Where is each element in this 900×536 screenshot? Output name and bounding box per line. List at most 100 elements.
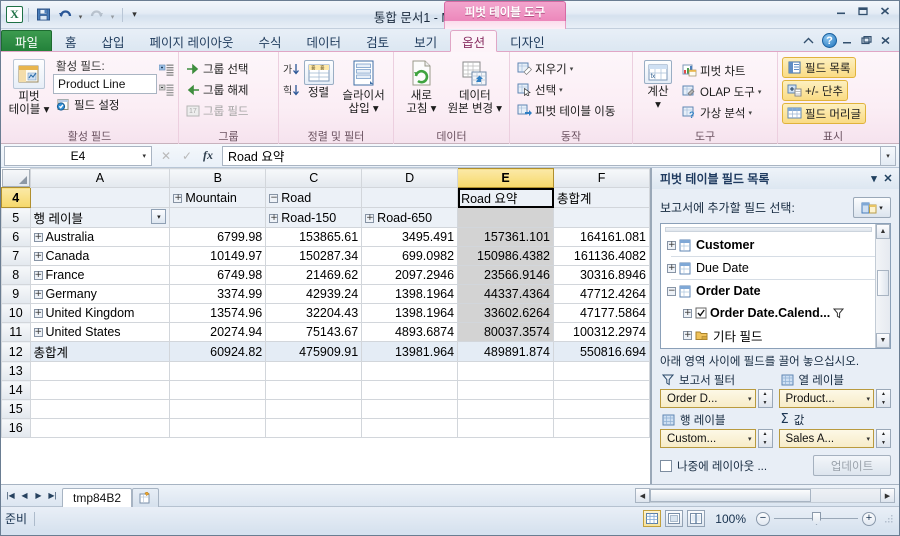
- cell-e12[interactable]: 489891.874: [457, 341, 555, 362]
- chevron-down-icon[interactable]: ▾: [749, 109, 753, 117]
- cell-b14[interactable]: [169, 380, 267, 400]
- cell-d11[interactable]: 4893.6874: [361, 322, 459, 342]
- cell-b4[interactable]: + Mountain: [169, 187, 267, 208]
- name-box[interactable]: E4 ▾: [4, 145, 152, 166]
- cell-d9[interactable]: 1398.1964: [361, 284, 459, 304]
- chevron-down-icon[interactable]: ▾: [142, 152, 146, 160]
- zone-spinner[interactable]: ▲ ▼: [876, 389, 891, 408]
- zoom-in-button[interactable]: +: [862, 511, 876, 526]
- cell-f9[interactable]: 47712.4264: [553, 284, 650, 304]
- expand-row-icon[interactable]: +: [33, 290, 43, 300]
- clear-button[interactable]: 지우기 ▾: [514, 58, 576, 79]
- cell-e4[interactable]: Road 요약: [457, 187, 555, 208]
- zoom-thumb[interactable]: [812, 512, 821, 525]
- cell-f16[interactable]: [553, 418, 650, 438]
- zone-spinner[interactable]: ▲ ▼: [757, 429, 773, 448]
- select-all-corner[interactable]: [1, 168, 30, 187]
- move-pivottable-button[interactable]: 피벗 테이블 이동: [514, 100, 618, 121]
- sort-ascending-icon[interactable]: 가: [283, 62, 299, 77]
- row-header-9[interactable]: 9: [1, 284, 31, 304]
- row-label-filter-button[interactable]: ▾: [151, 209, 167, 224]
- expand-row-icon[interactable]: +: [33, 233, 43, 243]
- row-header-8[interactable]: 8: [1, 265, 31, 285]
- ungroup-button[interactable]: 그룹 해제: [183, 79, 252, 100]
- cell-e8[interactable]: 23566.9146: [457, 265, 555, 285]
- row-header-12[interactable]: 12: [1, 341, 31, 362]
- chevron-down-icon[interactable]: ▾: [559, 86, 563, 94]
- insert-worksheet-icon[interactable]: [132, 487, 160, 507]
- expand-road650-icon[interactable]: +: [365, 213, 375, 223]
- cell-c16[interactable]: [265, 418, 363, 438]
- zoom-level[interactable]: 100%: [709, 512, 752, 526]
- cell-c14[interactable]: [265, 380, 363, 400]
- chevron-down-icon[interactable]: ▾: [748, 395, 752, 403]
- sheet-tab-tmp84b2[interactable]: tmp84B2: [62, 487, 133, 507]
- cell-b5[interactable]: [169, 207, 267, 228]
- hscroll-thumb[interactable]: [650, 489, 811, 502]
- tab-file[interactable]: 파일: [1, 30, 53, 51]
- next-sheet-icon[interactable]: ▶: [32, 491, 45, 500]
- tab-view[interactable]: 보기: [402, 30, 449, 51]
- undo-icon[interactable]: [55, 5, 74, 24]
- help-icon[interactable]: ?: [822, 33, 837, 48]
- enter-formula-icon[interactable]: ✓: [177, 147, 197, 165]
- field-item-order-date[interactable]: − Order Date: [661, 280, 890, 302]
- restore-icon[interactable]: [853, 4, 873, 18]
- collapse-icon[interactable]: −: [667, 286, 676, 296]
- cell-d10[interactable]: 1398.1964: [361, 303, 459, 323]
- cell-a12[interactable]: 총합계: [29, 341, 171, 362]
- chip-customer[interactable]: Custom... ▾: [660, 429, 756, 448]
- cell-e13[interactable]: [457, 361, 555, 381]
- cell-a8[interactable]: + France: [29, 265, 171, 285]
- cell-c8[interactable]: 21469.62: [265, 265, 363, 285]
- cell-e6[interactable]: 157361.101: [457, 227, 555, 247]
- close-icon[interactable]: [875, 4, 895, 18]
- minimize-icon[interactable]: [831, 4, 851, 18]
- insert-slicer-button[interactable]: 슬라이서 삽입 ▾: [338, 58, 389, 116]
- cell-a4[interactable]: [29, 187, 171, 208]
- expand-road150-icon[interactable]: +: [269, 213, 279, 223]
- row-header-7[interactable]: 7: [1, 246, 31, 266]
- plus-minus-buttons-toggle[interactable]: +/- 단추: [782, 80, 849, 101]
- field-item-due-date[interactable]: + Due Date: [661, 257, 890, 279]
- row-header-15[interactable]: 15: [1, 399, 31, 419]
- cell-e7[interactable]: 150986.4382: [457, 246, 555, 266]
- chip-order-date[interactable]: Order D... ▾: [660, 389, 756, 408]
- cell-a7[interactable]: + Canada: [29, 246, 171, 266]
- column-header-f[interactable]: F: [553, 168, 650, 188]
- chevron-down-icon[interactable]: ▾: [758, 88, 762, 96]
- customize-qat-icon[interactable]: ▾: [128, 9, 141, 20]
- chevron-down-icon[interactable]: ▾: [570, 65, 574, 73]
- refresh-button[interactable]: 새로 고침 ▾: [398, 58, 445, 116]
- expand-mountain-icon[interactable]: +: [173, 193, 183, 203]
- zone-spinner[interactable]: ▲ ▼: [876, 429, 891, 448]
- cell-e10[interactable]: 33602.6264: [457, 303, 555, 323]
- cell-d16[interactable]: [361, 418, 459, 438]
- chevron-down-icon[interactable]: ▾: [748, 435, 752, 443]
- tab-data[interactable]: 데이터: [295, 30, 354, 51]
- zone-box[interactable]: Order D... ▾ ▲ ▼: [660, 389, 773, 408]
- expand-row-icon[interactable]: +: [33, 309, 43, 319]
- hscroll-track[interactable]: [650, 488, 880, 503]
- row-header-14[interactable]: 14: [1, 380, 31, 400]
- olap-tools-button[interactable]: OLAP 도구 ▾: [679, 81, 764, 102]
- defer-layout-checkbox[interactable]: [660, 459, 672, 472]
- window-close-icon[interactable]: [880, 36, 894, 45]
- column-header-e[interactable]: E: [457, 168, 555, 188]
- what-if-analysis-button[interactable]: ? 가상 분석 ▾: [679, 102, 764, 123]
- cell-f15[interactable]: [553, 399, 650, 419]
- expand-row-icon[interactable]: +: [33, 271, 43, 281]
- cell-c6[interactable]: 153865.61: [265, 227, 363, 247]
- prev-sheet-icon[interactable]: ◀: [18, 491, 31, 500]
- cancel-formula-icon[interactable]: ✕: [156, 147, 176, 165]
- expand-row-icon[interactable]: +: [33, 252, 43, 262]
- cell-d6[interactable]: 3495.491: [361, 227, 459, 247]
- cell-e11[interactable]: 80037.3574: [457, 322, 555, 342]
- cell-b10[interactable]: 13574.96: [169, 303, 267, 323]
- cell-c13[interactable]: [265, 361, 363, 381]
- cell-f5[interactable]: [553, 207, 650, 228]
- cell-f6[interactable]: 164161.081: [553, 227, 650, 247]
- chip-sales-amount[interactable]: Sales A... ▾: [778, 429, 874, 448]
- cell-c5[interactable]: + Road-150: [265, 207, 363, 228]
- tab-design[interactable]: 디자인: [498, 30, 557, 51]
